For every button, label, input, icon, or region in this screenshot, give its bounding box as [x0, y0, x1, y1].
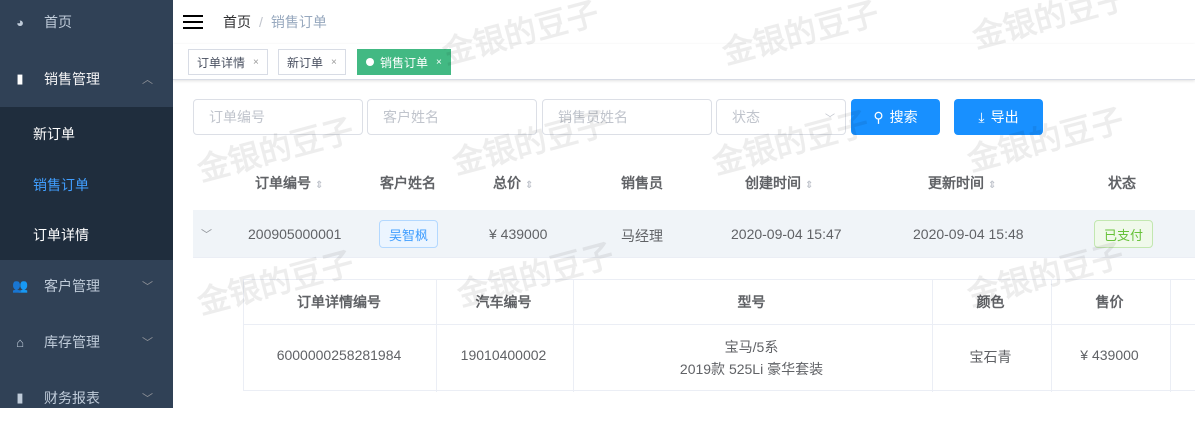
col-customer: 客户姓名: [380, 173, 436, 193]
search-label: 搜索: [889, 109, 918, 125]
header-label: 状态: [1108, 175, 1136, 191]
warehouse-icon: ⌂: [16, 334, 24, 350]
header-label: 更新时间: [928, 175, 984, 191]
search-icon: ⚲: [873, 108, 884, 125]
tag-label: 新订单: [287, 55, 324, 70]
col-updated[interactable]: 更新时间 ⇕: [928, 173, 996, 193]
breadcrumb-current: 销售订单: [270, 14, 327, 30]
breadcrumb-separator: /: [259, 14, 263, 30]
detail-header: 颜色: [976, 294, 1005, 310]
cell-updated: 2020-09-04 15:48: [913, 226, 1024, 242]
sidebar-item-inventory[interactable]: ⌂ 库存管理 ﹀: [0, 314, 173, 370]
cell-order-no: 200905000001: [248, 226, 342, 242]
submenu-item-new-order[interactable]: 新订单: [33, 124, 75, 144]
tag-order-detail[interactable]: 订单详情 ×: [188, 49, 268, 75]
model-line1: 宝马/5系: [724, 339, 779, 355]
car-no: 19010400002: [460, 347, 547, 363]
status-badge: 已支付: [1094, 220, 1154, 248]
price: ¥ 439000: [1080, 347, 1139, 363]
close-icon[interactable]: ×: [253, 57, 259, 68]
sidebar-item-finance[interactable]: ▮ 财务报表 ﹀: [0, 370, 173, 426]
sidebar: ◕ 首页 ▮ 销售管理 ︿ 新订单 销售订单 订单详情 👥 客户管理 ﹀ ⌂ 库存管理 ﹀ ▮…: [0, 0, 173, 408]
header-label: 创建时间: [745, 175, 801, 191]
col-salesman: 销售员: [621, 173, 663, 193]
header-label: 客户姓名: [380, 175, 436, 191]
customer-tag: 吴智枫: [379, 220, 439, 248]
divider: [1170, 280, 1171, 392]
tag-new-order[interactable]: 新订单 ×: [278, 49, 346, 75]
close-icon[interactable]: ×: [436, 57, 442, 68]
salesman-name-input[interactable]: 销售员姓名: [542, 99, 712, 135]
detail-header: 订单详情编号: [297, 294, 381, 310]
export-button[interactable]: ⤓ 导出: [954, 99, 1043, 135]
header-label: 销售员: [621, 175, 663, 191]
sidebar-item-home[interactable]: ◕ 首页: [0, 0, 173, 50]
navbar: 首页 / 销售订单: [173, 0, 1195, 44]
chevron-down-icon: ﹀: [142, 281, 153, 293]
people-icon: 👥: [12, 278, 29, 293]
detail-header: 售价: [1095, 294, 1124, 310]
dashboard-icon: ◕: [16, 14, 24, 30]
tag-label: 订单详情: [197, 55, 246, 70]
cell-created: 2020-09-04 15:47: [731, 226, 842, 242]
document-icon: ▮: [16, 71, 24, 86]
col-created[interactable]: 创建时间 ⇕: [745, 173, 813, 193]
sort-icon[interactable]: ⇕: [525, 180, 533, 191]
model-line2: 2019款 525Li 豪华套装: [679, 361, 824, 377]
chevron-down-icon: ﹀: [142, 337, 153, 349]
color: 宝石青: [969, 349, 1012, 365]
header-label: 订单编号: [255, 175, 311, 191]
sort-icon[interactable]: ⇕: [988, 180, 996, 191]
chevron-down-icon: ﹀: [825, 113, 835, 125]
sales-submenu: 新订单 销售订单 订单详情: [0, 107, 173, 260]
expand-chevron-icon[interactable]: ﹀: [201, 226, 212, 242]
hamburger-icon[interactable]: [183, 15, 203, 29]
chevron-down-icon: ﹀: [142, 393, 153, 405]
order-no-input[interactable]: 订单编号: [193, 99, 363, 135]
submenu-item-order-detail[interactable]: 订单详情: [33, 225, 89, 245]
divider: [244, 324, 1195, 325]
breadcrumb-home[interactable]: 首页: [223, 14, 251, 30]
cell-total: ¥ 439000: [489, 226, 548, 242]
table-row[interactable]: [193, 210, 1195, 258]
close-icon[interactable]: ×: [331, 57, 337, 68]
sidebar-item-customers[interactable]: 👥 客户管理 ﹀: [0, 258, 173, 314]
search-button[interactable]: ⚲ 搜索: [851, 99, 940, 135]
sidebar-item-sales[interactable]: ▮ 销售管理 ︿: [0, 51, 173, 107]
header-label: 总价: [493, 175, 521, 191]
breadcrumb: 首页 / 销售订单: [223, 12, 327, 32]
detail-header: 型号: [737, 294, 766, 310]
tags-view: 订单详情 × 新订单 × 销售订单 ×: [173, 44, 1195, 80]
download-icon: ⤓: [978, 108, 985, 125]
sort-icon[interactable]: ⇕: [805, 180, 813, 191]
chevron-up-icon: ︿: [142, 74, 153, 86]
col-total[interactable]: 总价 ⇕: [493, 173, 533, 193]
col-status: 状态: [1108, 173, 1136, 193]
detail-no: 6000000258281984: [276, 347, 402, 363]
chart-icon: ▮: [16, 390, 24, 405]
status-select[interactable]: 状态 ﹀: [716, 99, 846, 135]
tag-sales-order[interactable]: 销售订单 ×: [357, 49, 451, 75]
active-dot-icon: [366, 58, 374, 66]
export-label: 导出: [990, 109, 1019, 125]
col-order-no[interactable]: 订单编号 ⇕: [255, 173, 323, 193]
cell-salesman: 马经理: [621, 228, 663, 244]
tag-label: 销售订单: [380, 55, 429, 70]
submenu-item-sales-order[interactable]: 销售订单: [33, 175, 89, 195]
customer-name-input[interactable]: 客户姓名: [367, 99, 537, 135]
status-placeholder: 状态: [732, 109, 760, 125]
sort-icon[interactable]: ⇕: [315, 180, 323, 191]
detail-header: 汽车编号: [475, 294, 532, 310]
